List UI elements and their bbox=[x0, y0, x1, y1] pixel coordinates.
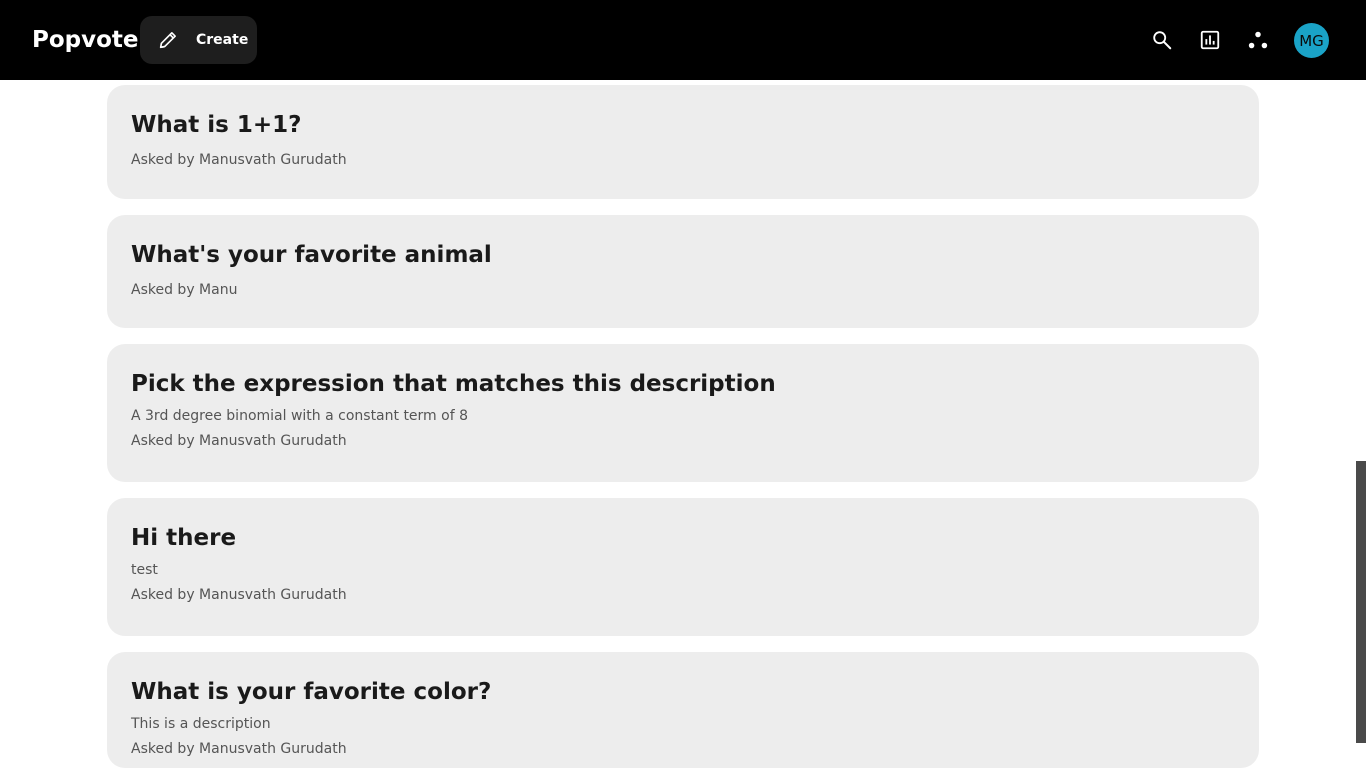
question-title: What's your favorite animal bbox=[131, 242, 492, 268]
question-card[interactable]: What is 1+1? Asked by Manusvath Gurudath bbox=[107, 85, 1259, 199]
user-avatar[interactable]: MG bbox=[1294, 23, 1329, 58]
question-description: test bbox=[131, 562, 158, 578]
stats-icon[interactable] bbox=[1196, 26, 1224, 54]
app-logo[interactable]: Popvote bbox=[32, 24, 139, 56]
question-description: This is a description bbox=[131, 716, 271, 732]
scrollbar-thumb[interactable] bbox=[1356, 461, 1366, 743]
question-title: Hi there bbox=[131, 525, 237, 551]
question-author: Asked by Manu bbox=[131, 282, 238, 298]
question-card[interactable]: Pick the expression that matches this de… bbox=[107, 344, 1259, 482]
create-button-label: Create bbox=[196, 32, 249, 48]
question-card[interactable]: What is your favorite color? This is a d… bbox=[107, 652, 1259, 768]
search-icon[interactable] bbox=[1148, 26, 1176, 54]
question-card[interactable]: What's your favorite animal Asked by Man… bbox=[107, 215, 1259, 328]
question-title: What is 1+1? bbox=[131, 112, 302, 138]
network-icon[interactable] bbox=[1244, 26, 1272, 54]
question-card[interactable]: Hi there test Asked by Manusvath Gurudat… bbox=[107, 498, 1259, 636]
create-button[interactable]: Create bbox=[140, 16, 257, 64]
question-author: Asked by Manusvath Gurudath bbox=[131, 152, 347, 168]
question-description: A 3rd degree binomial with a constant te… bbox=[131, 408, 468, 424]
question-author: Asked by Manusvath Gurudath bbox=[131, 433, 347, 449]
question-author: Asked by Manusvath Gurudath bbox=[131, 741, 347, 757]
question-feed: What is 1+1? Asked by Manusvath Gurudath… bbox=[107, 85, 1259, 784]
top-navigation-bar: Popvote Create MG bbox=[0, 0, 1366, 80]
question-author: Asked by Manusvath Gurudath bbox=[131, 587, 347, 603]
question-title: What is your favorite color? bbox=[131, 679, 492, 705]
pencil-icon bbox=[157, 29, 179, 51]
question-title: Pick the expression that matches this de… bbox=[131, 371, 776, 397]
